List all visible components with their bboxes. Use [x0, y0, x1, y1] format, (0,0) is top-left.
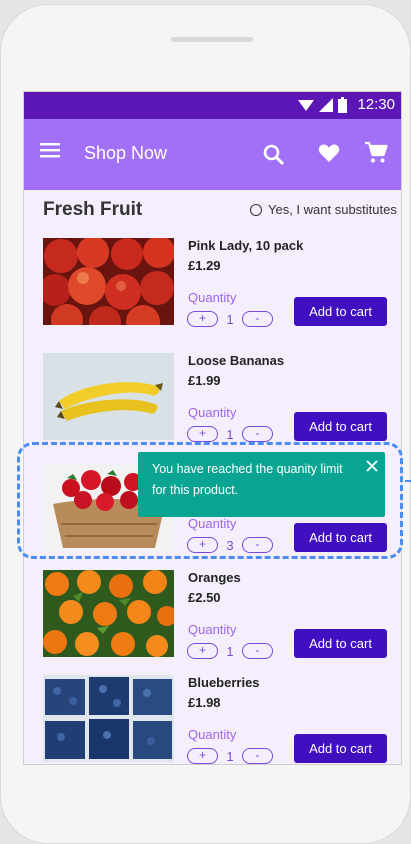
product-item: Oranges £2.50 Quantity + 1 - Add to cart — [43, 570, 399, 670]
quantity-value: 1 — [226, 748, 234, 764]
product-name: Blueberries — [188, 675, 260, 690]
product-price: £1.29 — [188, 258, 221, 273]
battery-icon — [338, 96, 348, 113]
add-to-cart-button[interactable]: Add to cart — [294, 629, 387, 658]
quantity-stepper: + 1 - — [187, 643, 273, 659]
section-title: Fresh Fruit — [43, 199, 143, 220]
app-screen: 12:30 Shop Now Fresh Fruit Yes, I want s… — [23, 91, 402, 765]
quantity-stepper: + 1 - — [187, 426, 273, 442]
quantity-value: 1 — [226, 311, 234, 327]
product-item: Loose Bananas £1.99 Quantity + 1 - Add t… — [43, 353, 399, 453]
highlight-marker — [405, 480, 411, 490]
phone-frame: 12:30 Shop Now Fresh Fruit Yes, I want s… — [0, 4, 411, 844]
add-to-cart-button[interactable]: Add to cart — [294, 412, 387, 441]
product-name: Pink Lady, 10 pack — [188, 238, 304, 253]
wifi-icon — [298, 99, 315, 111]
search-icon[interactable] — [262, 143, 286, 167]
status-bar: 12:30 — [24, 92, 401, 119]
decrease-button[interactable]: - — [242, 311, 273, 327]
quantity-label: Quantity — [188, 727, 237, 742]
cart-icon[interactable] — [364, 141, 388, 165]
add-to-cart-button[interactable]: Add to cart — [294, 297, 387, 326]
product-name: Oranges — [188, 570, 241, 585]
quantity-value: 1 — [226, 643, 234, 659]
increase-button[interactable]: + — [187, 643, 218, 659]
app-title: Shop Now — [84, 143, 168, 163]
status-time: 12:30 — [357, 96, 395, 113]
oranges-image — [43, 570, 174, 657]
decrease-button[interactable]: - — [242, 426, 273, 442]
decrease-button[interactable]: - — [242, 748, 273, 764]
quantity-label: Quantity — [188, 405, 237, 420]
substitutes-label: Yes, I want substitutes — [268, 202, 397, 217]
decrease-button[interactable]: - — [242, 643, 273, 659]
increase-button[interactable]: + — [187, 748, 218, 764]
apples-image — [43, 238, 174, 325]
quantity-label: Quantity — [188, 622, 237, 637]
phone-speaker — [171, 37, 253, 42]
highlight-annotation — [17, 442, 403, 559]
blueberries-image — [43, 675, 174, 762]
quantity-label: Quantity — [188, 290, 237, 305]
product-item: Blueberries £1.98 Quantity + 1 - Add to … — [43, 675, 399, 764]
product-price: £1.98 — [188, 695, 221, 710]
app-bar: Shop Now — [24, 119, 401, 190]
product-name: Loose Bananas — [188, 353, 285, 368]
heart-icon[interactable] — [318, 143, 340, 163]
quantity-value: 1 — [226, 426, 234, 442]
add-to-cart-button[interactable]: Add to cart — [294, 734, 387, 763]
product-price: £2.50 — [188, 590, 221, 605]
menu-icon[interactable] — [40, 143, 62, 159]
substitutes-radio[interactable] — [250, 203, 262, 216]
quantity-stepper: + 1 - — [187, 748, 273, 764]
bananas-image — [43, 353, 174, 440]
product-price: £1.99 — [188, 373, 221, 388]
substitutes-option[interactable]: Yes, I want substitutes — [250, 202, 397, 217]
signal-icon — [319, 97, 334, 112]
increase-button[interactable]: + — [187, 426, 218, 442]
product-item: Pink Lady, 10 pack £1.29 Quantity + 1 - … — [43, 238, 399, 338]
quantity-stepper: + 1 - — [187, 311, 273, 327]
increase-button[interactable]: + — [187, 311, 218, 327]
